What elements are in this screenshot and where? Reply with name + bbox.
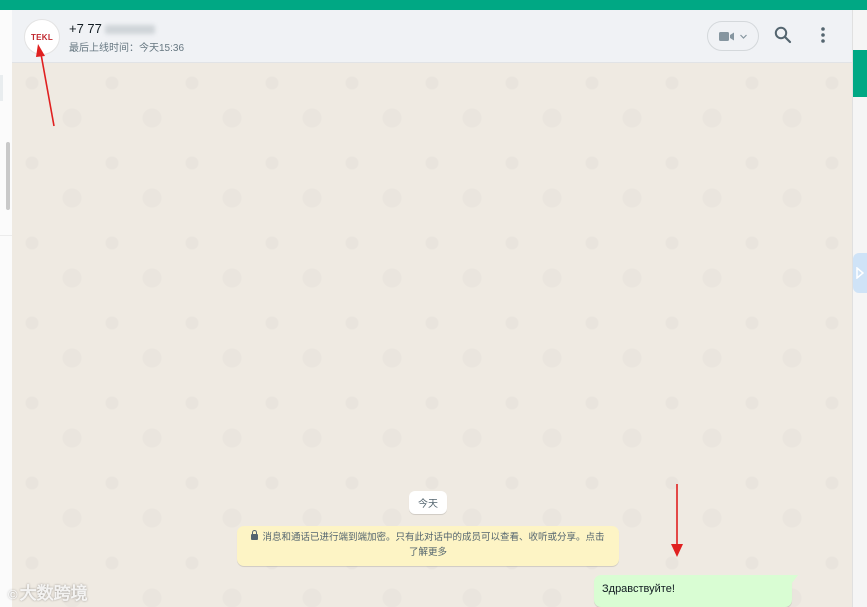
last-seen-status: 最后上线时间：今天15:36 (69, 43, 185, 54)
right-scrollbar[interactable] (852, 10, 867, 607)
left-panel-notch (0, 75, 3, 101)
lock-icon (251, 530, 259, 541)
watermark-text: 大数跨境 (19, 584, 88, 603)
encryption-notice-text: 消息和通话已进行端到端加密。只有此对话中的成员可以查看、收听或分享。点击了解更多 (262, 532, 605, 558)
contact-name[interactable]: +7 77 (69, 21, 155, 36)
annotation-arrow-message (671, 484, 683, 557)
top-accent-bar (0, 0, 867, 10)
chat-header: TEKL +7 77 最后上线时间：今天15:36 (12, 10, 852, 63)
contact-name-text: +7 77 (69, 21, 102, 36)
left-panel-scrollbar[interactable] (6, 142, 10, 210)
menu-icon[interactable] (816, 25, 830, 45)
watermark: © 大数跨境 (8, 579, 88, 604)
left-panel-divider (0, 235, 12, 236)
right-scrollbar-thumb[interactable] (853, 50, 867, 97)
date-separator: 今天 (409, 491, 447, 514)
side-tab[interactable] (853, 253, 867, 293)
side-tab-icon (856, 267, 864, 279)
watermark-logo: © (8, 587, 18, 602)
annotation-arrow-avatar (36, 44, 55, 127)
redacted-number (104, 25, 155, 35)
search-icon[interactable] (774, 26, 792, 44)
video-call-button[interactable] (707, 21, 759, 51)
chevron-down-icon (740, 34, 747, 39)
encryption-notice[interactable]: 消息和通话已进行端到端加密。只有此对话中的成员可以查看、收听或分享。点击了解更多 (237, 526, 619, 566)
outgoing-message[interactable]: Здравствуйте! (594, 575, 798, 607)
video-call-icon (719, 31, 734, 41)
message-text: Здравствуйте! (602, 583, 675, 595)
